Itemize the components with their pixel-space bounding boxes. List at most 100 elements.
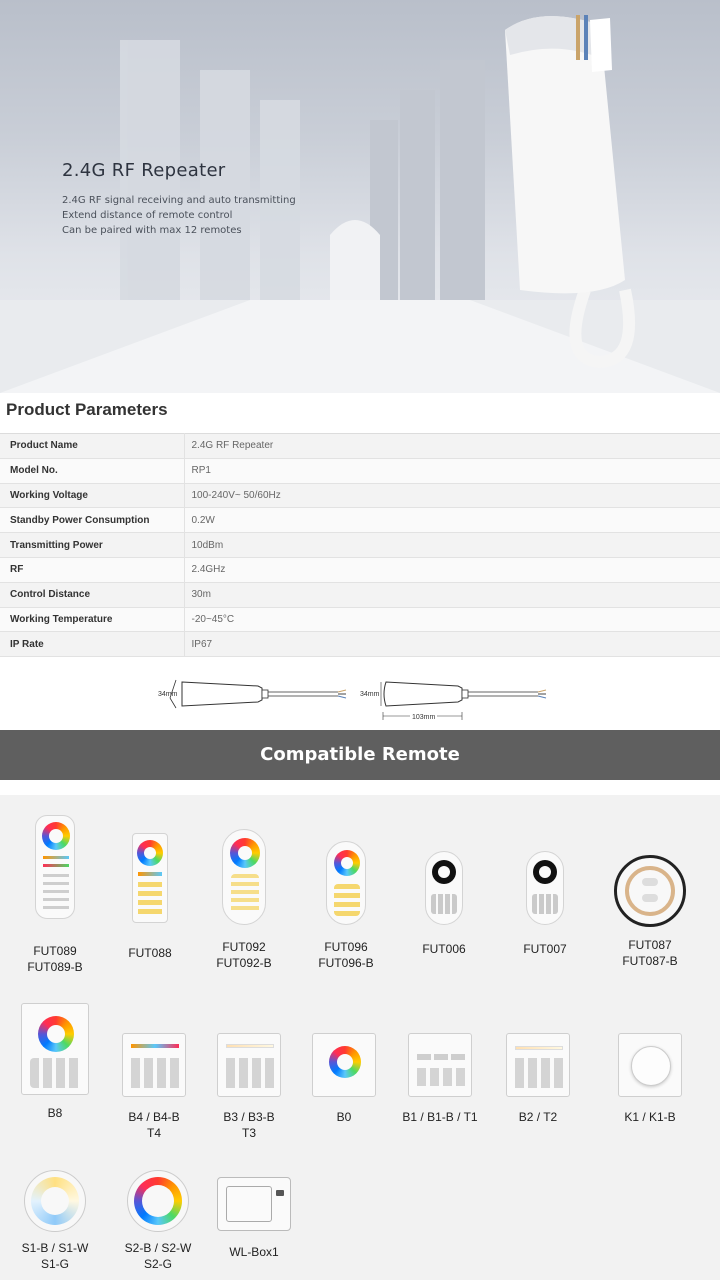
remote-name-alt: FUT096-B — [318, 956, 374, 970]
table-row: RF 2.4GHz — [0, 557, 720, 583]
param-value: 0.2W — [184, 507, 720, 534]
remote-image — [127, 1170, 189, 1232]
remote-image — [312, 1033, 376, 1097]
remote-name: B4 / B4-B — [128, 1110, 180, 1124]
remote-image — [217, 1177, 291, 1231]
param-value: 2.4G RF Repeater — [184, 433, 720, 459]
param-label: Transmitting Power — [0, 532, 185, 558]
param-value: 10dBm — [184, 532, 720, 558]
remote-item-fut089: FUT089 FUT089-B — [5, 815, 105, 975]
remote-item-k1: K1 / K1-B — [600, 1033, 700, 1125]
remote-image — [217, 1033, 281, 1097]
dimension-drawing: 34mm 34mm 103mm — [0, 668, 720, 724]
height-label-right: 34mm — [360, 691, 380, 698]
compatible-remote-banner: Compatible Remote — [0, 730, 720, 780]
remote-item-fut096: FUT096 FUT096-B — [296, 841, 396, 971]
table-row: Standby Power Consumption 0.2W — [0, 507, 720, 534]
remote-item-fut087: FUT087 FUT087-B — [600, 855, 700, 969]
remote-item-fut007: FUT007 — [495, 851, 595, 957]
param-value: IP67 — [184, 631, 720, 658]
param-label: Model No. — [0, 458, 185, 484]
remote-image — [21, 1003, 89, 1095]
table-row: Transmitting Power 10dBm — [0, 532, 720, 558]
remote-item-wl-box1: WL-Box1 — [204, 1177, 304, 1260]
remote-item-b0: B0 — [294, 1033, 394, 1125]
remote-name-alt: FUT089-B — [27, 960, 83, 974]
section-title-parameters: Product Parameters — [6, 400, 168, 419]
remote-name: FUT088 — [128, 946, 172, 960]
remote-image — [326, 841, 366, 925]
remote-name-alt: S1-G — [40, 1257, 69, 1271]
remote-item-fut006: FUT006 — [394, 851, 494, 957]
remote-name: WL-Box1 — [229, 1245, 279, 1259]
remote-name: FUT007 — [523, 942, 567, 956]
remote-name: FUT089 — [33, 944, 77, 958]
remote-name: B0 — [336, 1110, 352, 1124]
table-row: IP Rate IP67 — [0, 631, 720, 658]
remote-item-b3: B3 / B3-B T3 — [199, 1033, 299, 1141]
remote-image — [132, 833, 168, 923]
table-row: Product Name 2.4G RF Repeater — [0, 433, 720, 459]
hero-feature-line: Can be paired with max 12 remotes — [62, 225, 242, 236]
remote-item-s2: S2-B / S2-W S2-G — [108, 1170, 208, 1272]
remote-image — [618, 1033, 682, 1097]
remote-item-b2: B2 / T2 — [488, 1033, 588, 1125]
param-value: 100-240V~ 50/60Hz — [184, 483, 720, 509]
param-value: RP1 — [184, 458, 720, 484]
param-label: Working Temperature — [0, 607, 185, 633]
remote-name-alt: T3 — [241, 1126, 256, 1140]
remote-name: FUT092 — [222, 940, 266, 954]
table-row: Working Temperature -20~45°C — [0, 607, 720, 633]
hero-feature-line: 2.4G RF signal receiving and auto transm… — [62, 195, 296, 206]
parameters-table: Product Name 2.4G RF Repeater Model No. … — [0, 433, 720, 658]
param-label: Control Distance — [0, 582, 185, 608]
hero-features: 2.4G RF signal receiving and auto transm… — [62, 193, 296, 238]
remote-image — [222, 829, 266, 925]
remote-item-b1: B1 / B1-B / T1 — [390, 1033, 490, 1125]
remote-name: FUT006 — [422, 942, 466, 956]
remote-item-b4: B4 / B4-B T4 — [104, 1033, 204, 1141]
remote-image — [614, 855, 686, 927]
param-label: Product Name — [0, 433, 185, 459]
remote-name: S2-B / S2-W — [124, 1241, 192, 1255]
remote-grid: FUT089 FUT089-B FUT088 FUT092 FUT092-B F… — [0, 795, 720, 1280]
table-row: Control Distance 30m — [0, 582, 720, 608]
remote-name-alt: T4 — [146, 1126, 161, 1140]
remote-item-b8: B8 — [5, 1003, 105, 1121]
remote-image — [526, 851, 564, 925]
remote-name: S1-B / S1-W — [21, 1241, 89, 1255]
remote-name: FUT087 — [628, 938, 672, 952]
remote-image — [408, 1033, 472, 1097]
remote-name: K1 / K1-B — [624, 1110, 676, 1124]
remote-name: B3 / B3-B — [223, 1110, 275, 1124]
hero-title: 2.4G RF Repeater — [62, 160, 226, 181]
table-row: Model No. RP1 — [0, 458, 720, 484]
param-value: 30m — [184, 582, 720, 608]
remote-name: B1 / B1-B / T1 — [402, 1110, 478, 1124]
remote-image — [122, 1033, 186, 1097]
hero-banner: 2.4G RF Repeater 2.4G RF signal receivin… — [0, 0, 720, 393]
remote-image — [35, 815, 75, 919]
remote-item-fut092: FUT092 FUT092-B — [194, 829, 294, 971]
remote-name: B8 — [47, 1106, 63, 1120]
remote-name-alt: S2-G — [143, 1257, 172, 1271]
hero-feature-line: Extend distance of remote control — [62, 210, 233, 221]
remote-name: FUT096 — [324, 940, 368, 954]
height-label-left: 34mm — [158, 691, 178, 698]
remote-image — [425, 851, 463, 925]
remote-name-alt: FUT092-B — [216, 956, 272, 970]
param-value: -20~45°C — [184, 607, 720, 633]
remote-image — [506, 1033, 570, 1097]
length-label: 103mm — [410, 714, 438, 721]
param-label: Working Voltage — [0, 483, 185, 509]
remote-name: B2 / T2 — [518, 1110, 558, 1124]
section-title-compatible: Compatible Remote — [260, 744, 460, 765]
param-label: RF — [0, 557, 185, 583]
remote-image — [24, 1170, 86, 1232]
remote-item-fut088: FUT088 — [100, 833, 200, 961]
param-label: IP Rate — [0, 631, 185, 658]
table-row: Working Voltage 100-240V~ 50/60Hz — [0, 483, 720, 509]
remote-name-alt: FUT087-B — [622, 954, 678, 968]
remote-item-s1: S1-B / S1-W S1-G — [5, 1170, 105, 1272]
param-value: 2.4GHz — [184, 557, 720, 583]
